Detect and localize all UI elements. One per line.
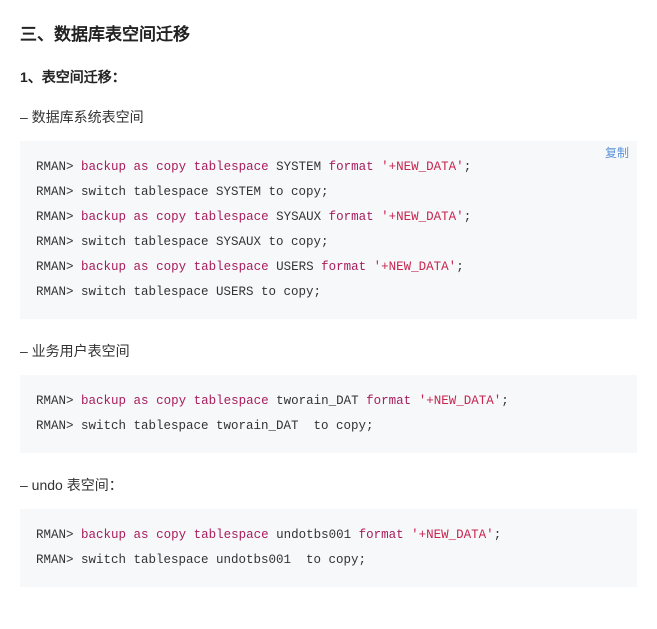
code-caption: – 数据库系统表空间 [20, 107, 637, 127]
code-line: RMAN> backup as copy tablespace SYSTEM f… [36, 155, 621, 180]
code-block: RMAN> backup as copy tablespace tworain_… [20, 375, 637, 453]
code-caption: – 业务用户表空间 [20, 341, 637, 361]
page-heading: 三、数据库表空间迁移 [20, 20, 637, 45]
code-caption: – undo 表空间： [20, 475, 637, 495]
code-line: RMAN> backup as copy tablespace SYSAUX f… [36, 205, 621, 230]
section-title: 1、表空间迁移： [20, 67, 637, 87]
code-line: RMAN> switch tablespace tworain_DAT to c… [36, 414, 621, 439]
code-line: RMAN> switch tablespace SYSTEM to copy; [36, 180, 621, 205]
code-line: RMAN> switch tablespace undotbs001 to co… [36, 548, 621, 573]
code-line: RMAN> switch tablespace USERS to copy; [36, 280, 621, 305]
code-block: RMAN> backup as copy tablespace undotbs0… [20, 509, 637, 587]
code-line: RMAN> backup as copy tablespace USERS fo… [36, 255, 621, 280]
code-line: RMAN> backup as copy tablespace undotbs0… [36, 523, 621, 548]
content-area: – 数据库系统表空间复制RMAN> backup as copy tablesp… [20, 107, 637, 587]
code-block: 复制RMAN> backup as copy tablespace SYSTEM… [20, 141, 637, 319]
code-line: RMAN> backup as copy tablespace tworain_… [36, 389, 621, 414]
code-line: RMAN> switch tablespace SYSAUX to copy; [36, 230, 621, 255]
copy-button[interactable]: 复制 [605, 147, 629, 159]
